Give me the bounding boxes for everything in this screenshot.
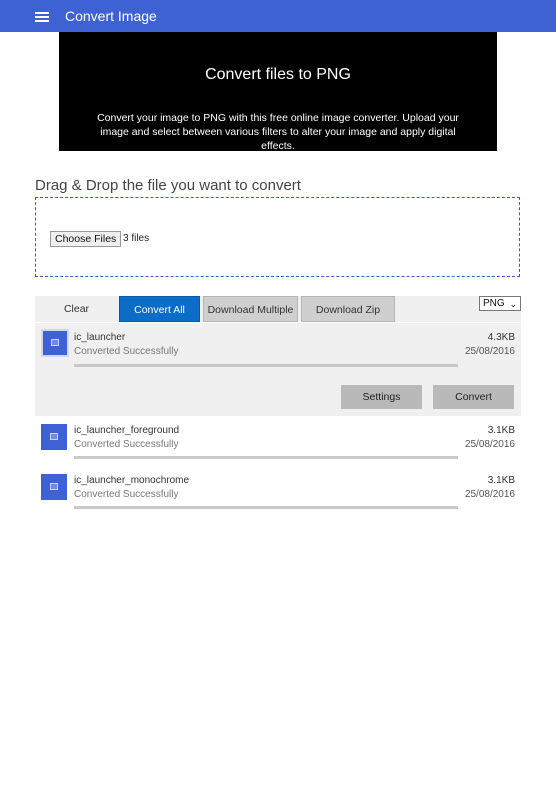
download-multiple-button[interactable]: Download Multiple <box>203 296 298 322</box>
file-name: ic_launcher <box>74 332 126 343</box>
progress-bar <box>74 364 458 367</box>
file-date: 25/08/2016 <box>464 439 515 450</box>
file-item[interactable]: ic_launcher Converted Successfully 4.3KB… <box>35 323 521 416</box>
file-dropzone[interactable]: Choose Files 3 files <box>35 197 520 277</box>
format-select-value: PNG <box>483 298 505 309</box>
file-status: Converted Successfully <box>74 439 179 450</box>
file-date: 25/08/2016 <box>464 346 515 357</box>
app-title: Convert Image <box>65 8 157 24</box>
convert-button[interactable]: Convert <box>433 385 514 409</box>
app-bar: Convert Image <box>0 0 556 32</box>
progress-fill <box>74 456 458 459</box>
progress-fill <box>74 364 458 367</box>
hero-description: Convert your image to PNG with this free… <box>97 112 459 152</box>
image-file-icon <box>41 424 67 450</box>
format-select[interactable]: PNG ⌄ <box>479 296 521 311</box>
settings-button[interactable]: Settings <box>341 385 422 409</box>
file-size: 3.1KB <box>487 475 515 486</box>
image-file-icon <box>41 329 69 357</box>
convert-all-button[interactable]: Convert All <box>119 296 200 322</box>
file-name: ic_launcher_foreground <box>74 425 180 436</box>
file-status: Converted Successfully <box>74 489 179 500</box>
file-date: 25/08/2016 <box>464 489 515 500</box>
file-name: ic_launcher_monochrome <box>74 475 190 486</box>
progress-bar <box>74 506 458 509</box>
hero-banner: Convert files to PNG Convert your image … <box>59 32 497 152</box>
image-file-icon <box>41 474 67 500</box>
action-toolbar: Clear Convert All Download Multiple Down… <box>35 296 521 322</box>
dropzone-title: Drag & Drop the file you want to convert <box>35 177 301 194</box>
download-zip-button[interactable]: Download Zip <box>301 296 395 322</box>
file-size: 3.1KB <box>487 425 515 436</box>
file-size: 4.3KB <box>487 332 515 343</box>
clear-button[interactable]: Clear <box>35 296 118 322</box>
progress-fill <box>74 506 458 509</box>
file-item[interactable]: ic_launcher_monochrome Converted Success… <box>35 466 521 516</box>
file-count: 3 files <box>123 233 150 244</box>
choose-files-button[interactable]: Choose Files <box>50 231 122 247</box>
hamburger-icon[interactable] <box>35 12 49 22</box>
hero-title: Convert files to PNG <box>205 66 351 83</box>
file-item[interactable]: ic_launcher_foreground Converted Success… <box>35 416 521 466</box>
file-status: Converted Successfully <box>74 346 179 357</box>
progress-bar <box>74 456 458 459</box>
chevron-down-icon: ⌄ <box>509 299 517 309</box>
